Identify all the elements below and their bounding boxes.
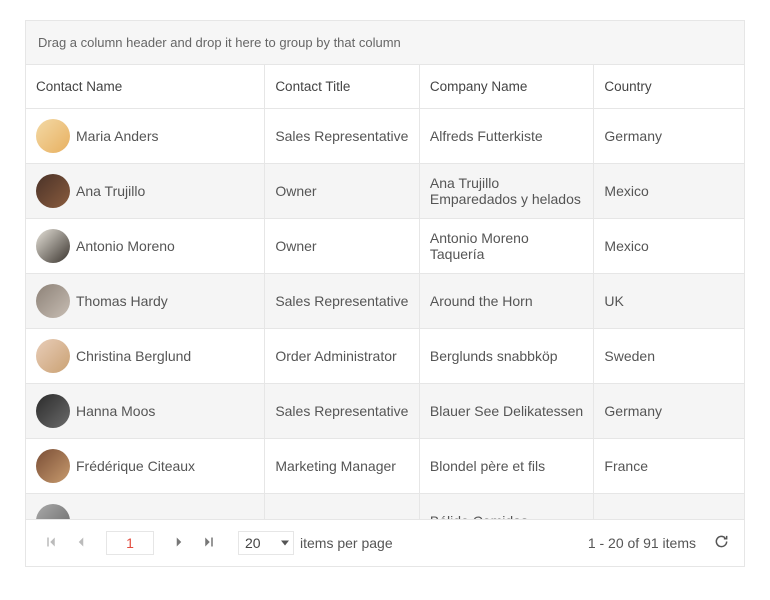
pager-info: 1 - 20 of 91 items — [588, 535, 696, 551]
cell-contact-name: Frédérique Citeaux — [26, 439, 265, 493]
cell-contact-name: Ana Trujillo — [26, 164, 265, 218]
contact-name-text: Thomas Hardy — [76, 293, 168, 309]
cell-company-name: Antonio Moreno Taquería — [420, 219, 595, 273]
table-row[interactable]: Thomas Hardy Sales RepresentativeAround t… — [26, 274, 744, 329]
avatar — [36, 339, 70, 373]
cell-company-name: Blauer See Delikatessen — [420, 384, 595, 438]
avatar — [36, 119, 70, 153]
contact-name-text: Maria Anders — [76, 128, 158, 144]
pager: 20 items per page 1 - 20 of 91 items — [26, 519, 744, 566]
avatar — [36, 284, 70, 318]
avatar — [36, 504, 70, 519]
seek-last-icon — [203, 535, 215, 551]
cell-contact-title: Marketing Manager — [265, 439, 420, 493]
cell-company-name: Bólido Comidas — [420, 494, 595, 519]
pager-refresh-button[interactable] — [708, 530, 734, 556]
cell-contact-name: Christina Berglund — [26, 329, 265, 383]
column-header-company-name[interactable]: Company Name — [420, 65, 595, 108]
avatar — [36, 229, 70, 263]
cell-country: UK — [594, 274, 744, 328]
page-size-wrap: 20 items per page — [238, 531, 393, 555]
avatar — [36, 449, 70, 483]
cell-contact-title — [265, 494, 420, 519]
avatar — [36, 394, 70, 428]
cell-country: Sweden — [594, 329, 744, 383]
cell-contact-name: Antonio Moreno — [26, 219, 265, 273]
seek-first-icon — [45, 535, 57, 551]
contact-name-text: Christina Berglund — [76, 348, 191, 364]
column-header-contact-name[interactable]: Contact Name — [26, 65, 265, 108]
chevron-down-icon — [281, 541, 289, 546]
page-size-value: 20 — [245, 535, 261, 551]
page-size-select[interactable]: 20 — [238, 531, 294, 555]
pager-next-button[interactable] — [166, 530, 192, 556]
cell-contact-title: Order Administrator — [265, 329, 420, 383]
cell-contact-name: Thomas Hardy — [26, 274, 265, 328]
grid-body[interactable]: Maria AndersSales RepresentativeAlfreds … — [26, 109, 744, 519]
refresh-icon — [714, 534, 729, 552]
contact-name-text: Antonio Moreno — [76, 238, 175, 254]
cell-country — [594, 494, 744, 519]
table-row[interactable]: Antonio Moreno OwnerAntonio Moreno Taquer… — [26, 219, 744, 274]
table-row[interactable]: Bólido Comidas — [26, 494, 744, 519]
group-panel[interactable]: Drag a column header and drop it here to… — [26, 21, 744, 65]
column-header-contact-title[interactable]: Contact Title — [265, 65, 420, 108]
cell-company-name: Around the Horn — [420, 274, 595, 328]
items-per-page-label: items per page — [300, 535, 393, 551]
cell-contact-title: Sales Representative — [265, 109, 420, 163]
data-grid: Drag a column header and drop it here to… — [25, 20, 745, 567]
caret-right-icon — [173, 535, 185, 551]
cell-contact-name — [26, 494, 265, 519]
table-row[interactable]: Hanna Moos Sales RepresentativeBlauer See… — [26, 384, 744, 439]
pager-first-button[interactable] — [38, 530, 64, 556]
caret-left-icon — [75, 535, 87, 551]
header-row: Contact Name Contact Title Company Name … — [26, 65, 744, 109]
pager-page-input[interactable] — [106, 531, 154, 555]
table-row[interactable]: Maria Anders Sales RepresentativeAlfreds … — [26, 109, 744, 164]
cell-company-name: Ana Trujillo Emparedados y helados — [420, 164, 595, 218]
cell-contact-name: Hanna Moos — [26, 384, 265, 438]
cell-contact-title: Owner — [265, 164, 420, 218]
table-row[interactable]: Christina Berglund Order AdministratorBer… — [26, 329, 744, 384]
cell-country: Germany — [594, 384, 744, 438]
cell-country: Mexico — [594, 219, 744, 273]
cell-company-name: Blondel père et fils — [420, 439, 595, 493]
pager-prev-button[interactable] — [68, 530, 94, 556]
cell-company-name: Alfreds Futterkiste — [420, 109, 595, 163]
contact-name-text: Hanna Moos — [76, 403, 155, 419]
cell-contact-title: Owner — [265, 219, 420, 273]
cell-company-name: Berglunds snabbköp — [420, 329, 595, 383]
pager-last-button[interactable] — [196, 530, 222, 556]
cell-country: Mexico — [594, 164, 744, 218]
cell-contact-name: Maria Anders — [26, 109, 265, 163]
cell-country: France — [594, 439, 744, 493]
cell-contact-title: Sales Representative — [265, 274, 420, 328]
table-row[interactable]: Ana Trujillo OwnerAna Trujillo Emparedado… — [26, 164, 744, 219]
column-header-country[interactable]: Country — [594, 65, 744, 108]
cell-contact-title: Sales Representative — [265, 384, 420, 438]
contact-name-text: Frédérique Citeaux — [76, 458, 195, 474]
cell-country: Germany — [594, 109, 744, 163]
avatar — [36, 174, 70, 208]
contact-name-text: Ana Trujillo — [76, 183, 145, 199]
table-row[interactable]: Frédérique Citeaux Marketing ManagerBlond… — [26, 439, 744, 494]
